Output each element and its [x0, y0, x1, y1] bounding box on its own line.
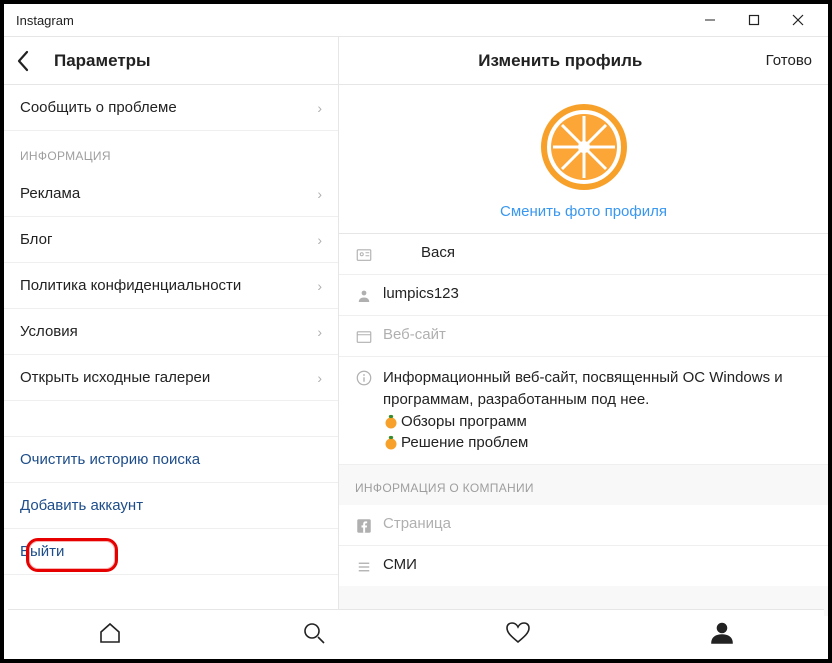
- list-icon: [355, 556, 383, 576]
- sidebar-action-label: Добавить аккаунт: [20, 497, 143, 514]
- sidebar-item-label: Блог: [20, 231, 52, 248]
- person-icon: [355, 285, 383, 305]
- sidebar-spacer: [4, 401, 338, 437]
- chevron-right-icon: ›: [317, 186, 322, 202]
- sidebar-item-label: Политика конфиденциальности: [20, 277, 241, 294]
- done-button[interactable]: Готово: [766, 52, 812, 69]
- orange-emoji-icon: [383, 413, 399, 429]
- chevron-right-icon: ›: [317, 324, 322, 340]
- sidebar-section-information: ИНФОРМАЦИЯ: [4, 131, 338, 171]
- minimize-button[interactable]: [688, 6, 732, 34]
- facebook-icon: [355, 515, 383, 535]
- back-button[interactable]: [16, 50, 30, 72]
- field-bio[interactable]: Информационный веб-сайт, посвященный ОС …: [339, 357, 828, 465]
- nav-activity[interactable]: [416, 610, 620, 655]
- info-icon: [355, 367, 383, 387]
- page-placeholder: Страница: [383, 515, 812, 532]
- chevron-right-icon: ›: [317, 232, 322, 248]
- window-title: Instagram: [12, 13, 688, 28]
- field-media[interactable]: СМИ: [339, 546, 828, 586]
- website-placeholder: Веб-сайт: [383, 326, 812, 343]
- sidebar-item-label: Открыть исходные галереи: [20, 369, 210, 386]
- chevron-right-icon: ›: [317, 278, 322, 294]
- bio-value: Информационный веб-сайт, посвященный ОС …: [383, 367, 812, 454]
- sidebar-action-logout[interactable]: Выйти: [4, 529, 338, 575]
- sidebar-item-open-source[interactable]: Открыть исходные галереи ›: [4, 355, 338, 401]
- maximize-button[interactable]: [732, 6, 776, 34]
- sidebar-item-label: Сообщить о проблеме: [20, 99, 177, 116]
- nav-home[interactable]: [8, 610, 212, 655]
- chevron-right-icon: ›: [317, 100, 322, 116]
- avatar[interactable]: [540, 103, 628, 191]
- change-photo-link[interactable]: Сменить фото профиля: [500, 203, 667, 220]
- sidebar-item-label: Реклама: [20, 185, 80, 202]
- nav-profile[interactable]: [620, 610, 824, 655]
- sidebar-action-clear-search[interactable]: Очистить историю поиска: [4, 437, 338, 483]
- bio-text-1: Информационный веб-сайт, посвященный ОС …: [383, 369, 783, 408]
- chevron-right-icon: ›: [317, 370, 322, 386]
- username-value: lumpics123: [383, 285, 812, 302]
- sidebar-header: Параметры: [4, 37, 338, 85]
- bio-text-3: Решение проблем: [401, 434, 528, 451]
- browser-icon: [355, 326, 383, 346]
- company-info-section-label: ИНФОРМАЦИЯ О КОМПАНИИ: [339, 465, 828, 505]
- sidebar-title: Параметры: [54, 51, 151, 71]
- sidebar-item-report-problem[interactable]: Сообщить о проблеме ›: [4, 85, 338, 131]
- field-website[interactable]: Веб-сайт: [339, 316, 828, 357]
- close-button[interactable]: [776, 6, 820, 34]
- settings-sidebar: Параметры Сообщить о проблеме › ИНФОРМАЦ…: [4, 37, 339, 616]
- bio-text-2: Обзоры программ: [401, 413, 527, 430]
- bottom-nav: [8, 609, 824, 655]
- sidebar-item-label: Условия: [20, 323, 78, 340]
- sidebar-item-ads[interactable]: Реклама ›: [4, 171, 338, 217]
- content-area: Параметры Сообщить о проблеме › ИНФОРМАЦ…: [4, 36, 828, 616]
- field-name[interactable]: Вася: [339, 234, 828, 275]
- sidebar-action-label: Выйти: [20, 543, 64, 560]
- sidebar-action-add-account[interactable]: Добавить аккаунт: [4, 483, 338, 529]
- id-card-icon: [355, 244, 383, 264]
- profile-photo-block: Сменить фото профиля: [339, 85, 828, 234]
- orange-emoji-icon: [383, 434, 399, 450]
- sidebar-item-blog[interactable]: Блог ›: [4, 217, 338, 263]
- sidebar-action-label: Очистить историю поиска: [20, 451, 200, 468]
- titlebar: Instagram: [4, 4, 828, 36]
- main-header: Изменить профиль Готово: [339, 37, 828, 85]
- field-username[interactable]: lumpics123: [339, 275, 828, 316]
- main-title: Изменить профиль: [355, 51, 766, 71]
- sidebar-item-privacy[interactable]: Политика конфиденциальности ›: [4, 263, 338, 309]
- nav-search[interactable]: [212, 610, 416, 655]
- field-page[interactable]: Страница: [339, 505, 828, 546]
- media-value: СМИ: [383, 556, 812, 573]
- sidebar-item-terms[interactable]: Условия ›: [4, 309, 338, 355]
- edit-profile-panel: Изменить профиль Готово Сменить фото про…: [339, 37, 828, 616]
- name-value: Вася: [383, 244, 812, 261]
- app-window: Instagram Параметры Сообщить о проблеме …: [0, 0, 832, 663]
